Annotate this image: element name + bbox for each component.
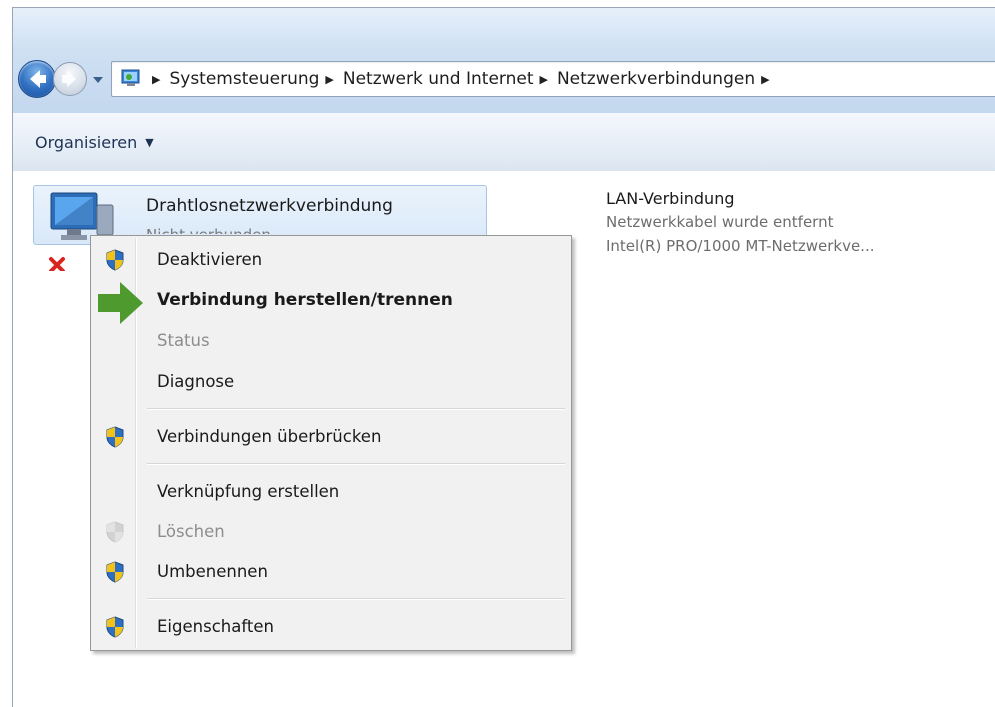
breadcrumb-separator-icon[interactable]: ▶: [761, 73, 769, 86]
menu-separator: [147, 408, 565, 410]
menu-separator: [147, 598, 565, 600]
breadcrumb-separator-icon[interactable]: ▶: [152, 73, 160, 86]
wireless-connection-name: Drahtlosnetzwerkverbindung: [146, 196, 393, 216]
menu-item-label: Status: [157, 331, 210, 350]
forward-button[interactable]: [53, 62, 87, 96]
menu-item-verbindungen-ueberbruecken[interactable]: Verbindungen überbrücken: [93, 420, 569, 454]
back-button[interactable]: [18, 60, 56, 98]
history-dropdown-button[interactable]: [91, 72, 105, 86]
menu-item-verbindung-herstellen-trennen[interactable]: Verbindung herstellen/trennen: [93, 283, 569, 317]
menu-item-status[interactable]: Status: [93, 324, 569, 358]
control-panel-icon: [121, 69, 140, 86]
uac-shield-icon: [106, 521, 124, 543]
organize-label: Organisieren: [35, 132, 138, 152]
menu-item-loeschen[interactable]: Löschen: [93, 515, 569, 549]
chevron-down-icon: [93, 77, 103, 83]
chevron-down-icon: ▼: [145, 135, 154, 149]
lan-connection-name[interactable]: LAN-Verbindung: [606, 189, 735, 208]
uac-shield-icon: [106, 561, 124, 583]
menu-item-label: Verbindungen überbrücken: [157, 427, 382, 446]
wireless-connection-status: Nicht verbunden: [146, 221, 271, 234]
breadcrumb-netzwerk-und-internet[interactable]: Netzwerk und Internet: [343, 69, 534, 89]
breadcrumb-systemsteuerung[interactable]: Systemsteuerung: [169, 69, 319, 89]
address-bar[interactable]: ▶ Systemsteuerung ▶ Netzwerk und Interne…: [111, 61, 995, 97]
lan-connection-adapter: Intel(R) PRO/1000 MT-Netzwerkve...: [606, 237, 875, 255]
menu-item-label: Verbindung herstellen/trennen: [157, 290, 453, 310]
menu-item-label: Löschen: [157, 522, 225, 541]
back-arrow-icon: [30, 70, 46, 88]
menu-separator: [147, 463, 565, 465]
breadcrumb-separator-icon[interactable]: ▶: [325, 73, 333, 86]
forward-arrow-icon: [62, 71, 76, 87]
uac-shield-icon: [106, 616, 124, 638]
context-menu: Deaktivieren Verbindung herstellen/trenn…: [90, 235, 572, 651]
menu-item-verknuepfung-erstellen[interactable]: Verknüpfung erstellen: [93, 475, 569, 509]
address-bar-area: ▶ Systemsteuerung ▶ Netzwerk und Interne…: [13, 8, 995, 113]
menu-item-deaktivieren[interactable]: Deaktivieren: [93, 243, 569, 277]
command-bar: Organisieren ▼: [13, 113, 995, 172]
menu-item-label: Verknüpfung erstellen: [157, 482, 340, 501]
menu-item-diagnose[interactable]: Diagnose: [93, 365, 569, 399]
menu-item-label: Eigenschaften: [157, 617, 274, 636]
disconnected-x-icon: [49, 257, 65, 271]
menu-item-eigenschaften[interactable]: Eigenschaften: [93, 610, 569, 644]
highlight-arrow-icon: [98, 282, 143, 324]
menu-item-label: Diagnose: [157, 372, 235, 391]
menu-item-label: Deaktivieren: [157, 250, 263, 269]
uac-shield-icon: [106, 426, 124, 448]
lan-connection-status: Netzwerkkabel wurde entfernt: [606, 213, 834, 231]
menu-item-umbenennen[interactable]: Umbenennen: [93, 555, 569, 589]
breadcrumb-netzwerkverbindungen[interactable]: Netzwerkverbindungen: [557, 69, 755, 89]
breadcrumb: ▶ Systemsteuerung ▶ Netzwerk und Interne…: [148, 62, 779, 96]
uac-shield-icon: [106, 249, 124, 271]
menu-item-label: Umbenennen: [157, 562, 268, 581]
organize-button[interactable]: Organisieren ▼: [35, 130, 154, 154]
breadcrumb-separator-icon[interactable]: ▶: [540, 73, 548, 86]
